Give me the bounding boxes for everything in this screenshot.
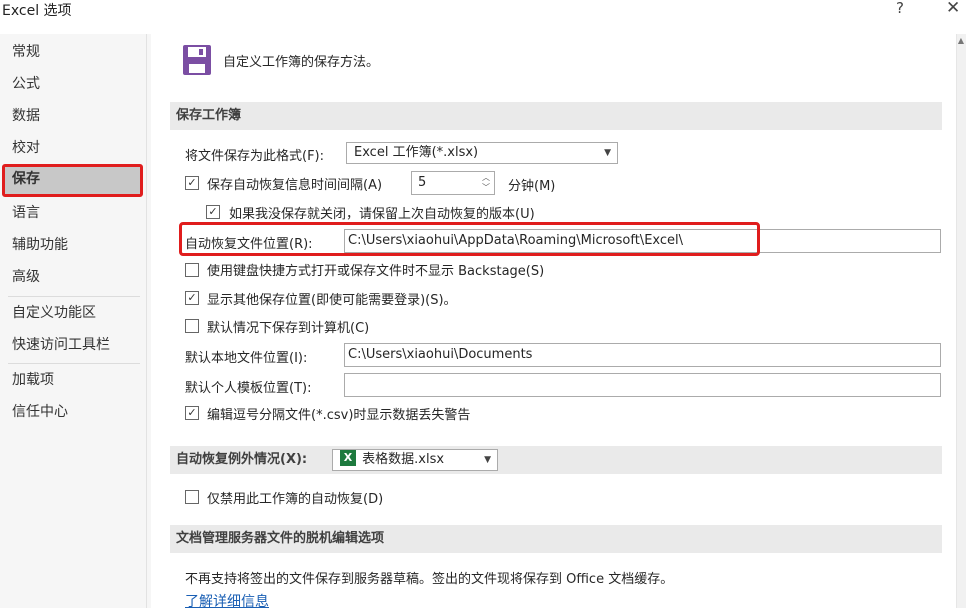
scroll-up-arrow-icon[interactable]: ▲: [956, 36, 966, 48]
offline-description: 不再支持将签出的文件保存到服务器草稿。签出的文件现将保存到 Office 文档缓…: [185, 572, 674, 587]
sidebar-item-formulas[interactable]: 公式: [2, 69, 143, 99]
local-location-label: 默认本地文件位置(I):: [185, 351, 308, 366]
spinner-arrows-icon[interactable]: ︿ ﹀: [482, 173, 490, 193]
section-header-save-workbooks: 保存工作簿: [170, 102, 942, 130]
section-header-autorecover-exceptions: 自动恢复例外情况(X):: [170, 446, 942, 474]
sidebar-item-save[interactable]: 保存: [2, 164, 143, 197]
sidebar-item-advanced[interactable]: 高级: [2, 262, 143, 292]
keep-last-version-label: 如果我没保存就关闭，请保留上次自动恢复的版本(U): [229, 207, 535, 222]
sidebar-item-proofing[interactable]: 校对: [2, 133, 143, 163]
autorecover-checkbox[interactable]: ✓: [185, 176, 199, 190]
keep-last-version-checkbox[interactable]: ✓: [206, 205, 220, 219]
floppy-disk-icon: [183, 45, 211, 75]
workbook-dropdown[interactable]: X 表格数据.xlsx ▼: [332, 449, 498, 471]
disable-autorecover-label: 仅禁用此工作簿的自动恢复(D): [207, 492, 384, 507]
sidebar-item-accessibility[interactable]: 辅助功能: [2, 230, 143, 260]
page-title: 自定义工作簿的保存方法。: [223, 55, 380, 70]
highlight-box: [179, 222, 760, 256]
save-format-label: 将文件保存为此格式(F):: [185, 149, 325, 164]
close-button[interactable]: ✕: [946, 0, 960, 18]
local-location-input[interactable]: C:\Users\xiaohui\Documents: [344, 343, 941, 367]
excel-file-icon: X: [340, 450, 356, 466]
template-location-label: 默认个人模板位置(T):: [185, 381, 312, 396]
title-bar: Excel 选项 ? ✕: [0, 0, 966, 22]
no-backstage-checkbox[interactable]: [185, 263, 199, 277]
save-format-value: Excel 工作簿(*.xlsx): [354, 145, 479, 160]
chevron-down-icon: ▼: [484, 455, 491, 465]
csv-warning-checkbox[interactable]: ✓: [185, 406, 199, 420]
template-location-input[interactable]: [344, 373, 941, 397]
save-format-dropdown[interactable]: Excel 工作簿(*.xlsx) ▼: [346, 142, 618, 164]
disable-autorecover-checkbox[interactable]: [185, 490, 199, 504]
show-more-locations-checkbox[interactable]: ✓: [185, 291, 199, 305]
workbook-value: 表格数据.xlsx: [362, 452, 445, 467]
help-button[interactable]: ?: [896, 0, 904, 17]
sidebar-item-customize-ribbon[interactable]: 自定义功能区: [2, 298, 143, 328]
sidebar-divider: [146, 34, 151, 608]
save-to-computer-label: 默认情况下保存到计算机(C): [207, 321, 370, 336]
sidebar-separator: [8, 296, 140, 297]
section-header-offline-editing: 文档管理服务器文件的脱机编辑选项: [170, 525, 942, 553]
sidebar-item-add-ins[interactable]: 加载项: [2, 365, 143, 395]
minutes-label: 分钟(M): [508, 179, 556, 194]
autorecover-label: 保存自动恢复信息时间间隔(A): [207, 178, 383, 193]
save-to-computer-checkbox[interactable]: [185, 319, 199, 333]
autorecover-interval-spinner[interactable]: 5 ︿ ﹀: [411, 171, 495, 195]
sidebar-item-quick-access-toolbar[interactable]: 快速访问工具栏: [2, 330, 143, 360]
sidebar-item-data[interactable]: 数据: [2, 101, 143, 131]
sidebar-item-general[interactable]: 常规: [2, 37, 143, 67]
autorecover-exceptions-label: 自动恢复例外情况(X):: [176, 452, 308, 467]
interval-value: 5: [418, 175, 427, 190]
sidebar-item-trust-center[interactable]: 信任中心: [2, 397, 143, 427]
csv-warning-label: 编辑逗号分隔文件(*.csv)时显示数据丢失警告: [207, 408, 471, 423]
sidebar-item-language[interactable]: 语言: [2, 198, 143, 228]
chevron-down-icon: ▼: [604, 148, 611, 158]
learn-more-link[interactable]: 了解详细信息: [185, 591, 269, 611]
no-backstage-label: 使用键盘快捷方式打开或保存文件时不显示 Backstage(S): [207, 264, 545, 279]
window-title: Excel 选项: [2, 3, 72, 19]
show-more-locations-label: 显示其他保存位置(即使可能需要登录)(S)。: [207, 293, 457, 308]
vertical-scrollbar[interactable]: [956, 34, 966, 608]
sidebar-separator: [8, 363, 140, 364]
